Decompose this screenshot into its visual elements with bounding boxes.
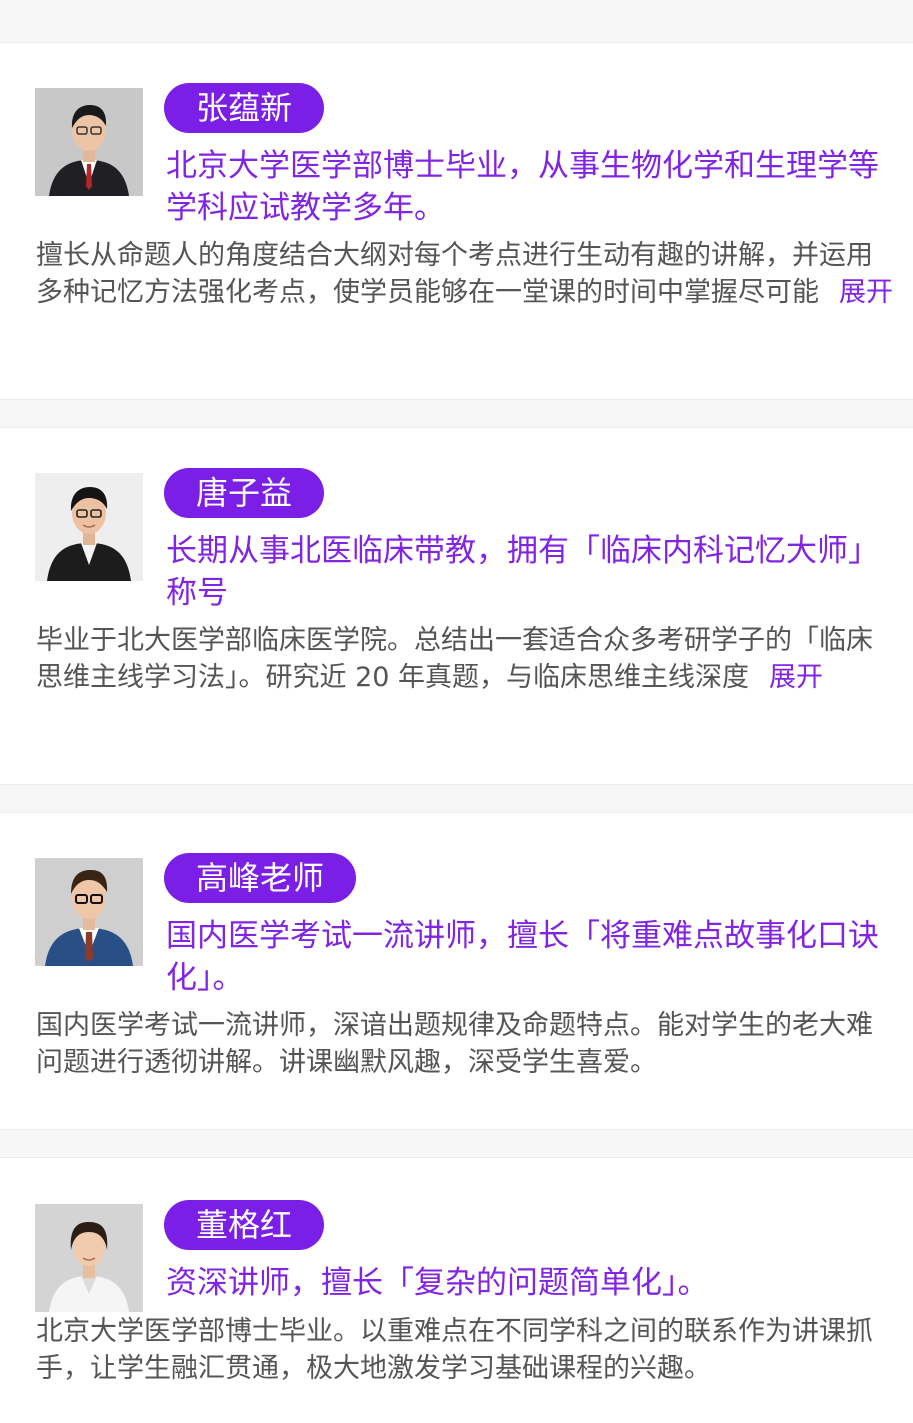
teacher-headline: 长期从事北医临床带教，拥有「临床内科记忆大师」称号 bbox=[166, 533, 879, 611]
teacher-photo bbox=[35, 88, 143, 196]
teacher-description: 擅长从命题人的角度结合大纲对每个考点进行生动有趣的讲解，并运用多种记忆方法强化考… bbox=[36, 237, 896, 311]
expand-link[interactable]: 展开 bbox=[769, 662, 823, 693]
teacher-description-text: 北京大学医学部博士毕业。以重难点在不同学科之间的联系作为讲课抓手，让学生融汇贯通… bbox=[36, 1316, 873, 1384]
teacher-list-page: 张蕴新 北京大学医学部博士毕业，从事生物化学和生理学等学科应试教学多年。 擅长从… bbox=[0, 0, 913, 1423]
teacher-description-text: 擅长从命题人的角度结合大纲对每个考点进行生动有趣的讲解，并运用多种记忆方法强化考… bbox=[36, 240, 873, 308]
teacher-headline: 北京大学医学部博士毕业，从事生物化学和生理学等学科应试教学多年。 bbox=[166, 148, 879, 226]
teacher-description-text: 毕业于北大医学部临床医学院。总结出一套适合众多考研学子的「临床思维主线学习法」。… bbox=[36, 625, 873, 693]
teacher-card: 唐子益 长期从事北医临床带教，拥有「临床内科记忆大师」称号 毕业于北大医学部临床… bbox=[0, 427, 913, 785]
teacher-card: 高峰老师 国内医学考试一流讲师，擅长「将重难点故事化口诀化」。 国内医学考试一流… bbox=[0, 812, 913, 1130]
teacher-description: 国内医学考试一流讲师，深谙出题规律及命题特点。能对学生的老大难问题进行透彻讲解。… bbox=[36, 1007, 896, 1081]
teacher-portrait-image bbox=[35, 1204, 143, 1312]
teacher-card: 董格红 资深讲师，擅长「复杂的问题简单化」。 北京大学医学部博士毕业。以重难点在… bbox=[0, 1157, 913, 1423]
teacher-headline: 国内医学考试一流讲师，擅长「将重难点故事化口诀化」。 bbox=[166, 918, 879, 996]
teacher-name-badge: 唐子益 bbox=[164, 468, 325, 518]
teacher-headline: 资深讲师，擅长「复杂的问题简单化」。 bbox=[166, 1265, 709, 1301]
expand-link[interactable]: 展开 bbox=[839, 277, 893, 308]
teacher-portrait-image bbox=[35, 473, 143, 581]
teacher-description-text: 国内医学考试一流讲师，深谙出题规律及命题特点。能对学生的老大难问题进行透彻讲解。… bbox=[36, 1010, 873, 1078]
teacher-name-badge: 董格红 bbox=[164, 1200, 325, 1250]
teacher-description: 北京大学医学部博士毕业。以重难点在不同学科之间的联系作为讲课抓手，让学生融汇贯通… bbox=[36, 1313, 896, 1387]
teacher-name-badge: 高峰老师 bbox=[164, 853, 357, 903]
teacher-portrait-image bbox=[35, 858, 143, 966]
teacher-portrait-image bbox=[35, 88, 143, 196]
teacher-photo bbox=[35, 858, 143, 966]
teacher-card: 张蕴新 北京大学医学部博士毕业，从事生物化学和生理学等学科应试教学多年。 擅长从… bbox=[0, 42, 913, 400]
teacher-photo bbox=[35, 473, 143, 581]
teacher-description: 毕业于北大医学部临床医学院。总结出一套适合众多考研学子的「临床思维主线学习法」。… bbox=[36, 622, 896, 696]
teacher-name-badge: 张蕴新 bbox=[164, 83, 325, 133]
teacher-photo bbox=[35, 1204, 143, 1312]
